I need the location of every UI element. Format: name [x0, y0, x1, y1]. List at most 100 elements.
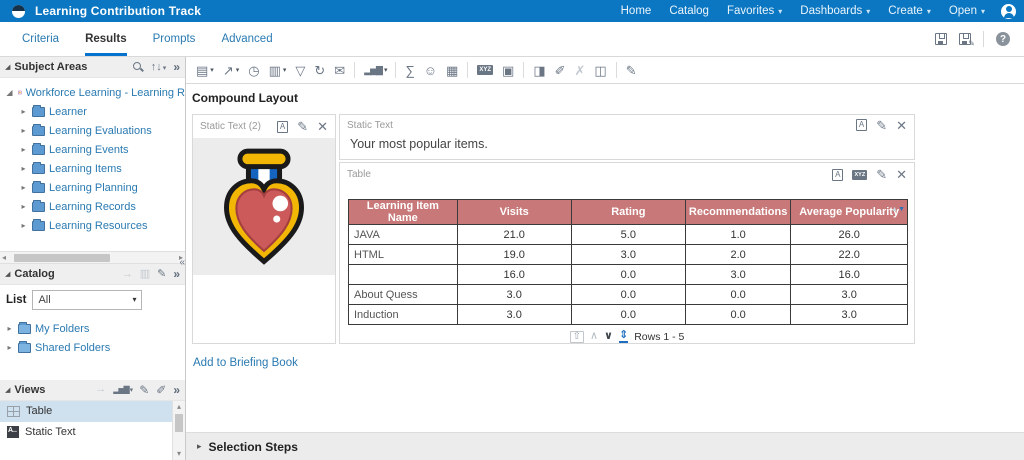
views-rename-icon[interactable]: ✐: [156, 384, 166, 396]
nav-item-catalog[interactable]: Catalog: [669, 5, 709, 17]
catalog-list-select[interactable]: All ▾: [32, 289, 143, 310]
tree-collapsed-icon[interactable]: ▸: [5, 343, 14, 352]
edit-sorts-icon[interactable]: ✎: [626, 64, 637, 77]
subject-folder-learning-resources[interactable]: ▸ Learning Resources: [5, 216, 185, 235]
remove-view-icon[interactable]: ✕: [317, 120, 328, 133]
new-calculated-item-icon[interactable]: ▦: [446, 64, 458, 77]
nav-item-favorites[interactable]: Favorites ▾: [727, 5, 782, 17]
scroll-down-icon[interactable]: ▾: [177, 449, 181, 459]
view-item-static-text[interactable]: A.. Static Text: [0, 422, 172, 443]
new-group-icon[interactable]: ☺: [424, 64, 437, 77]
views-new-view-icon[interactable]: ▂▅▇▾: [113, 385, 133, 394]
remove-view-icon[interactable]: ✕: [896, 119, 907, 132]
tree-collapsed-icon[interactable]: ▸: [19, 183, 28, 192]
help-icon[interactable]: ?: [996, 32, 1010, 46]
scroll-left-icon[interactable]: ◂: [2, 253, 6, 262]
show-filters-pane-icon[interactable]: ◨: [533, 64, 545, 77]
save-as-icon[interactable]: ✎: [959, 33, 975, 48]
view-properties-icon[interactable]: XYZ: [852, 169, 868, 180]
tree-expanded-icon[interactable]: ◢: [5, 88, 14, 97]
import-formatting-icon[interactable]: ▣: [502, 64, 514, 77]
add-to-briefing-book-link[interactable]: Add to Briefing Book: [193, 357, 298, 369]
email-icon[interactable]: ✉: [334, 64, 345, 77]
sort-subject-area-icon[interactable]: ↑↓▾: [151, 61, 167, 73]
view-properties-icon[interactable]: ◫: [594, 64, 606, 77]
views-collapse-icon[interactable]: ◢: [5, 386, 10, 394]
selection-steps-expand-icon[interactable]: ▸: [197, 441, 202, 452]
subject-folder-learning-records[interactable]: ▸ Learning Records: [5, 197, 185, 216]
all-rows-icon[interactable]: ⇕: [618, 330, 629, 343]
selection-steps-bar[interactable]: ▸ Selection Steps: [186, 432, 1024, 460]
subject-folder-learning-evaluations[interactable]: ▸ Learning Evaluations: [5, 121, 185, 140]
nav-item-create[interactable]: Create ▾: [888, 5, 931, 17]
sort-descending-icon[interactable]: ▼: [898, 206, 905, 213]
remove-view-icon[interactable]: ✕: [896, 168, 907, 181]
subject-folder-learning-items[interactable]: ▸ Learning Items: [5, 159, 185, 178]
subject-areas-collapse-icon[interactable]: ◢: [5, 63, 10, 71]
tab-advanced[interactable]: Advanced: [221, 22, 272, 56]
nav-item-dashboards[interactable]: Dashboards ▾: [800, 5, 870, 17]
format-view-icon[interactable]: A: [832, 168, 844, 181]
new-calculated-measure-icon[interactable]: ∑: [405, 64, 414, 77]
search-icon[interactable]: [132, 61, 144, 73]
tab-results[interactable]: Results: [85, 22, 127, 56]
tab-criteria[interactable]: Criteria: [22, 22, 59, 56]
first-rows-icon[interactable]: ⇧: [569, 330, 584, 343]
schedule-icon[interactable]: ◷: [248, 64, 259, 77]
preview-icon[interactable]: ▽: [295, 64, 305, 77]
expand-pane-icon[interactable]: »: [173, 60, 180, 74]
tree-collapsed-icon[interactable]: ▸: [19, 126, 28, 135]
new-view-icon[interactable]: ▂▅▇ ▾: [364, 65, 387, 75]
edit-view-icon[interactable]: ✎: [297, 120, 308, 133]
subject-areas-hscrollbar[interactable]: ◂ ▸: [0, 251, 185, 264]
user-avatar-icon[interactable]: [1001, 3, 1016, 19]
print-icon[interactable]: ▤ ▾: [196, 64, 214, 77]
toolbar-divider: [354, 62, 356, 78]
catalog-folder-my-folders[interactable]: ▸ My Folders: [5, 319, 185, 338]
views-vscrollbar[interactable]: ▴ ▾: [172, 400, 185, 460]
vscroll-thumb[interactable]: [175, 413, 183, 432]
sidebar-collapse-handle-icon[interactable]: «: [179, 257, 184, 268]
tree-collapsed-icon[interactable]: ▸: [19, 202, 28, 211]
format-view-icon[interactable]: A: [855, 119, 868, 131]
catalog-expand-pane-icon[interactable]: »: [173, 267, 180, 281]
views-expand-pane-icon[interactable]: »: [173, 383, 180, 397]
edit-view-icon[interactable]: ✎: [876, 168, 887, 181]
format-view-icon[interactable]: A: [276, 120, 289, 133]
subject-folder-learning-events[interactable]: ▸ Learning Events: [5, 140, 185, 159]
rename-view-icon[interactable]: ✐: [555, 64, 566, 77]
copy-icon[interactable]: ▥ ▾: [269, 64, 287, 77]
tree-collapsed-icon[interactable]: ▸: [19, 145, 28, 154]
catalog-folder-shared-folders[interactable]: ▸ Shared Folders: [5, 338, 185, 357]
next-rows-icon[interactable]: ∨: [604, 331, 613, 342]
export-icon[interactable]: ↗ ▾: [223, 64, 239, 77]
refresh-icon[interactable]: ↻: [314, 64, 325, 77]
catalog-collapse-icon[interactable]: ◢: [5, 270, 10, 278]
tree-collapsed-icon[interactable]: ▸: [5, 324, 14, 333]
subject-folder-learner[interactable]: ▸ Learner: [5, 102, 185, 121]
column-header-average-popularity[interactable]: Average Popularity ▲ ▼: [790, 199, 908, 225]
save-icon[interactable]: [935, 33, 947, 45]
column-header-visits[interactable]: Visits: [456, 199, 572, 225]
previous-rows-icon[interactable]: ∧: [590, 331, 598, 342]
scroll-up-icon[interactable]: ▴: [177, 402, 181, 412]
column-header-recommendations[interactable]: Recommendations: [684, 199, 792, 225]
view-item-table[interactable]: Table: [0, 400, 172, 422]
analysis-properties-icon[interactable]: XYZ: [477, 65, 494, 75]
tab-prompts[interactable]: Prompts: [153, 22, 196, 56]
column-header-learning-item-name[interactable]: Learning Item Name: [348, 199, 458, 225]
subject-folder-learning-planning[interactable]: ▸ Learning Planning: [5, 178, 185, 197]
tree-collapsed-icon[interactable]: ▸: [19, 107, 28, 116]
edit-view-icon[interactable]: ✎: [876, 119, 887, 132]
tree-collapsed-icon[interactable]: ▸: [19, 221, 28, 230]
column-header-rating[interactable]: Rating: [570, 199, 686, 225]
tree-collapsed-icon[interactable]: ▸: [19, 164, 28, 173]
views-edit-icon[interactable]: ✎: [139, 384, 149, 396]
sort-ascending-icon[interactable]: ▲: [891, 206, 898, 213]
table-row: About Quess 3.0 0.0 0.0 3.0: [348, 284, 908, 305]
hscroll-thumb[interactable]: [14, 253, 111, 262]
subject-area-root[interactable]: ◢ Workforce Learning - Learning R: [5, 83, 185, 102]
nav-item-open[interactable]: Open ▾: [949, 5, 985, 17]
nav-item-home[interactable]: Home: [621, 5, 652, 17]
catalog-edit-icon[interactable]: ✎: [157, 268, 166, 280]
